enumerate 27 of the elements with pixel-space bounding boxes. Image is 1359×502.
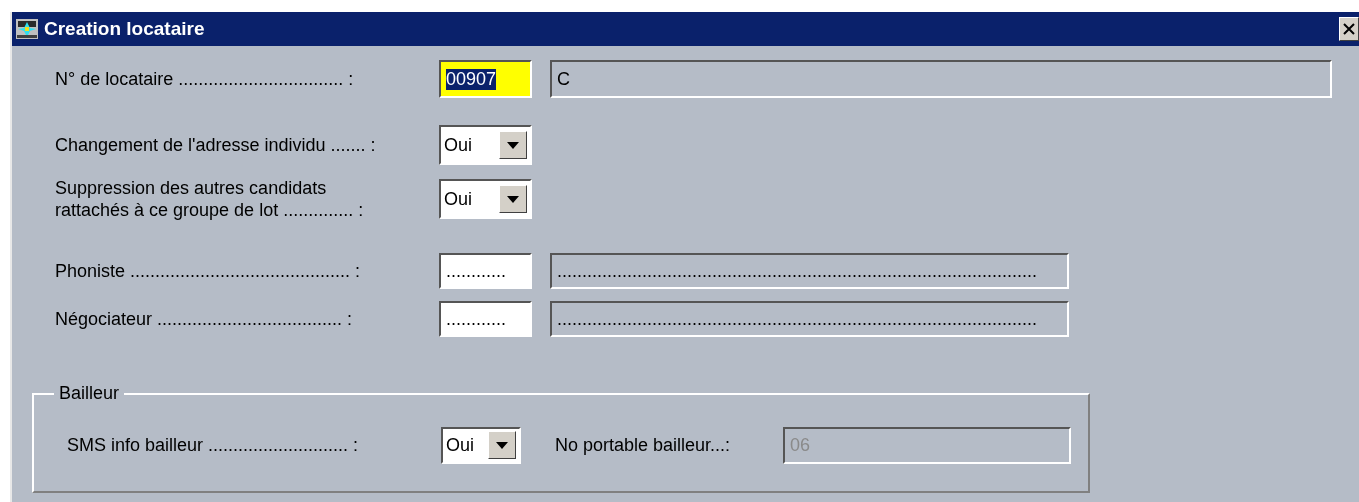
field-label: N° de locataire ................................. : <box>55 68 355 90</box>
dropdown-button[interactable] <box>499 185 527 213</box>
dropdown-button[interactable] <box>488 431 516 459</box>
close-icon <box>1342 22 1356 36</box>
dropdown-button[interactable] <box>499 131 527 159</box>
field-label: Suppression des autres candidats rattachés à ce groupe de lot .............. : <box>55 177 365 221</box>
field-label: Phoniste ............................................ : <box>55 260 362 282</box>
app-icon <box>14 16 40 42</box>
input-field[interactable]: ............ <box>439 253 532 289</box>
caret-icon <box>507 141 519 149</box>
dropdown[interactable]: Oui <box>441 426 521 464</box>
display-field: ................................................................................................ <box>550 301 1069 337</box>
display-field: ................................................................................................ <box>550 253 1069 289</box>
display-field: C <box>550 60 1332 98</box>
field-label: SMS info bailleur ............................ : <box>67 434 360 456</box>
close-button[interactable] <box>1339 17 1359 41</box>
caret-icon <box>496 441 508 449</box>
caret-icon <box>507 195 519 203</box>
input-field[interactable]: 00907 <box>439 60 532 98</box>
field-label: Changement de l'adresse individu ....... : <box>55 134 377 156</box>
field-label: Négociateur ..................................... : <box>55 308 354 330</box>
field-label: No portable bailleur...: <box>555 434 732 456</box>
input-field[interactable]: ............ <box>439 301 532 337</box>
dropdown[interactable]: Oui <box>439 125 532 165</box>
input-field: 06 <box>783 426 1071 464</box>
dropdown[interactable]: Oui <box>439 179 532 219</box>
window-title: Creation locataire <box>44 18 206 40</box>
